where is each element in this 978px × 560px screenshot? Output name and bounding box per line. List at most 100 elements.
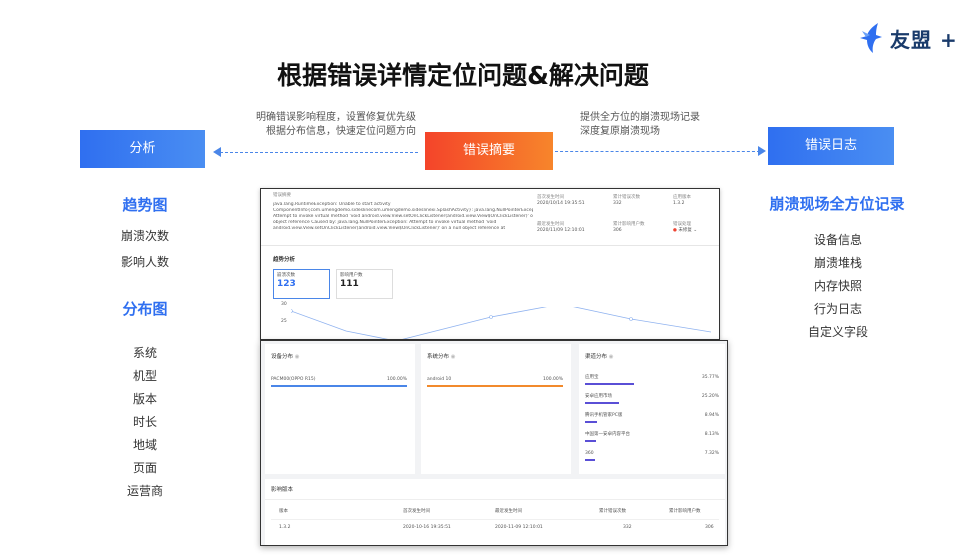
y-tick: 25 [281,319,287,324]
error-summary-box: 错误摘要 [425,132,553,170]
dashed-connector-left [220,152,418,153]
kpi-value: 111 [340,279,359,289]
chevron-down-icon: ⌄ [693,228,698,233]
info-icon: ◉ [294,354,300,360]
table-header: 累计错误次数 [599,509,626,514]
right-note: 提供全方位的崩溃现场记录 深度复原崩溃现场 [580,111,780,139]
table-cell: 2020-11-09 12:10:01 [495,525,543,530]
distribution-heading: 分布图 [122,300,168,318]
table-header: 累计影响用户数 [669,509,701,514]
kpi-value: 123 [277,279,296,289]
trend-section: 趋势图 崩溃次数 影响人数 [80,194,210,270]
system-distribution-card: 系统分布 ◉ android 10 100.00% [421,344,571,474]
info-icon: ◉ [450,354,456,360]
meta-value: 306 [613,228,622,233]
trend-item: 影响人数 [120,255,169,269]
crash-record-item: 设备信息 [813,233,862,247]
summary-block: 错误摘要 java.lang.RuntimeException: Unable … [273,193,533,232]
analysis-box: 分析 [80,130,205,168]
channel-row-label: 腾讯手机管家PC版 [585,413,623,418]
device-row-label: PACM00(OPPO R15) [271,377,316,382]
table-header: 版本 [279,509,288,514]
left-note-line: 明确错误影响程度，设置修复优先级 [256,112,416,123]
error-detail-dashboard: 错误摘要 java.lang.RuntimeException: Unable … [260,188,720,340]
channel-row-pct: 25.20% [701,394,719,399]
system-row-pct: 100.00% [542,377,563,382]
meta-value: 2020/11/09 12:10:01 [537,228,585,233]
distribution-section: 分布图 系统 机型 版本 时长 地域 页面 运营商 [80,298,210,503]
page-title: 根据错误详情定位问题&解决问题 [277,61,649,90]
table-cell: 2020-10-16 19:35:51 [403,525,451,530]
meta-value: 2020/10/14 19:35:51 [537,201,585,206]
meta-status[interactable]: 错误处理 ● 未修复 ⌄ [673,222,697,234]
left-note: 明确错误影响程度，设置修复优先级 根据分布信息，快速定位问题方向 [220,111,416,139]
distribution-dashboard: 设备分布 ◉ PACM00(OPPO R15) 100.00% 系统分布 ◉ a… [260,340,728,546]
channel-bar [585,459,595,461]
crash-record-item: 自定义字段 [807,325,868,339]
channel-bar [585,402,619,404]
table-cell: 332 [623,525,632,530]
card-title-text: 渠道分布 [585,354,608,360]
channel-bar [585,383,634,385]
trend-heading: 趋势图 [122,196,168,214]
table-cell: 306 [705,525,714,530]
distribution-item: 地域 [132,438,157,452]
card-title-text: 系统分布 [427,354,450,360]
kpi-affected-users[interactable]: 影响用户数 111 [336,269,393,299]
logo-text: 友盟 + [890,27,958,52]
card-title-text: 设备分布 [271,354,294,360]
error-log-box: 错误日志 [768,127,894,165]
channel-row-label: 安卓应用市场 [585,394,612,399]
system-row-label: android 10 [427,377,452,382]
divider [261,245,719,246]
divider [271,519,719,520]
meta-last-time: 最近发生时间 2020/11/09 12:10:01 [537,222,585,234]
card-title: 系统分布 ◉ [427,352,456,360]
left-note-line: 根据分布信息，快速定位问题方向 [266,126,416,137]
distribution-item: 运营商 [126,484,163,498]
info-icon: ◉ [608,354,614,360]
status-value: 未修复 [678,228,692,233]
status-select[interactable]: ● 未修复 ⌄ [673,228,697,234]
summary-label: 错误摘要 [273,193,291,198]
channel-row-label: 中国第一安卓内容平台 [585,432,630,437]
meta-value: 1.3.2 [673,201,685,206]
arrow-right-icon [758,146,766,156]
meta-users: 累计影响用户数 306 [613,222,645,234]
channel-row-pct: 35.77% [701,375,719,380]
meta-version: 应用版本 1.3.2 [673,195,691,207]
summary-line: android.view.View.setOnClickListener(and… [273,226,506,231]
channel-row-pct: 8.13% [704,432,719,437]
dashed-connector-right [555,151,760,152]
crash-record-item: 崩溃堆栈 [813,256,862,270]
device-distribution-card: 设备分布 ◉ PACM00(OPPO R15) 100.00% [265,344,415,474]
kpi-crash-count[interactable]: 崩溃次数 123 [273,269,330,299]
umeng-logo: 友盟 + [858,18,968,58]
channel-bar [585,421,597,423]
distribution-item: 时长 [132,415,157,429]
crash-record-item: 内存快照 [813,279,862,293]
distribution-item: 版本 [132,392,157,406]
trend-analysis-title: 趋势分析 [273,257,296,263]
distribution-item: 系统 [132,346,157,360]
channel-row-pct: 7.32% [704,451,719,456]
distribution-item: 页面 [132,461,157,475]
crash-record-list: 设备信息 崩溃堆栈 内存快照 行为日志 自定义字段 [778,229,898,344]
meta-first-time: 首次发生时间 2020/10/14 19:35:51 [537,195,585,207]
channel-row-label: 360 [585,451,594,456]
right-note-line: 提供全方位的崩溃现场记录 [580,112,700,123]
channel-bar [585,440,596,442]
y-tick: 30 [281,302,287,307]
distribution-item: 机型 [132,369,157,383]
meta-value: 332 [613,201,622,206]
meta-total: 累计错误次数 332 [613,195,640,207]
card-title: 设备分布 ◉ [271,352,300,360]
channel-row-label: 应用宝 [585,375,599,380]
affected-versions-card: 影响版本 版本 首次发生时间 最近发生时间 累计错误次数 累计影响用户数 1.3… [265,479,725,545]
divider [265,499,725,500]
trend-line-chart [291,307,711,339]
crash-record-item: 行为日志 [813,302,862,316]
trend-item: 崩溃次数 [120,229,169,243]
device-bar [271,385,407,387]
card-title: 渠道分布 ◉ [585,352,614,360]
